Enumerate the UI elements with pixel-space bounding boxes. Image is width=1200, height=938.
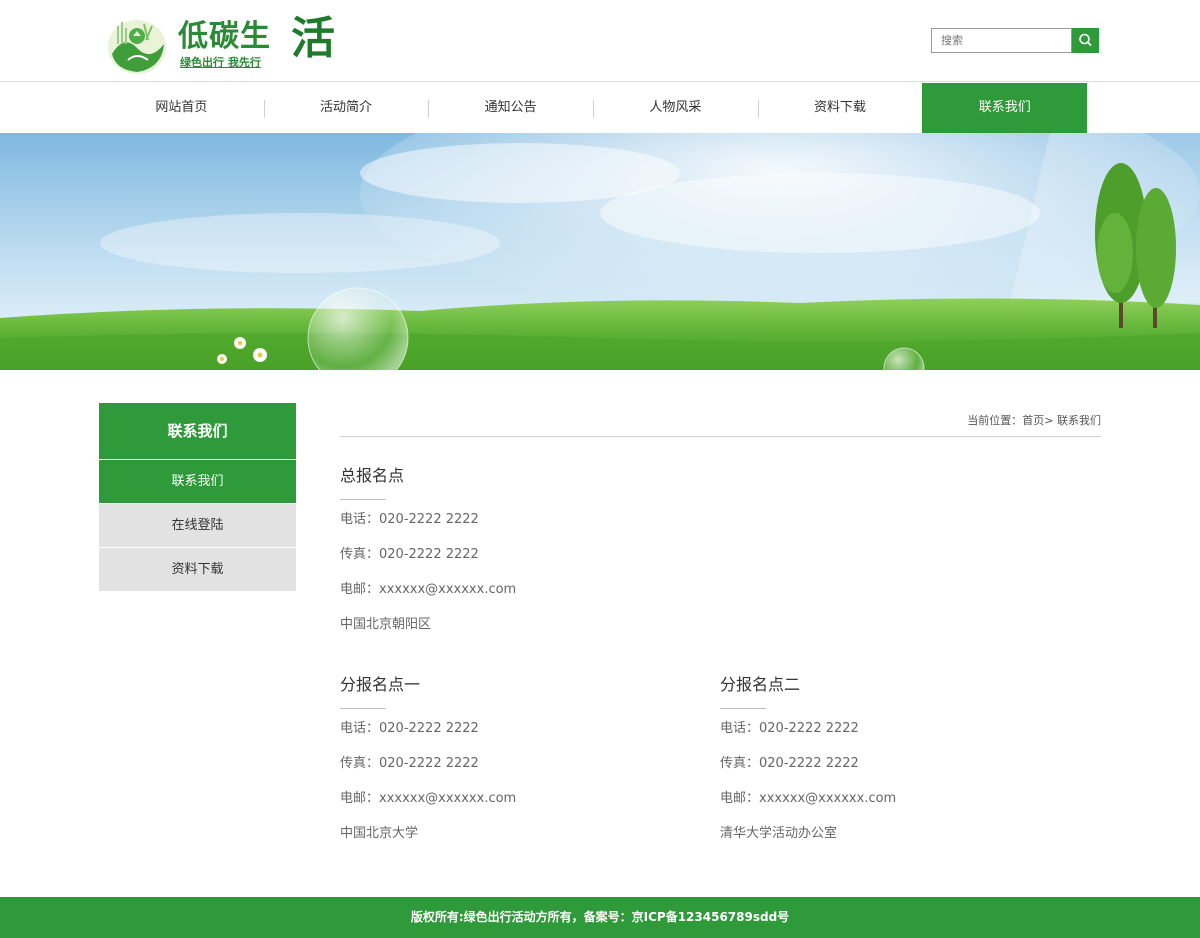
title-underline (340, 499, 386, 500)
sidebar-title: 联系我们 (99, 403, 296, 459)
nav-item-notices[interactable]: 通知公告 (428, 83, 593, 133)
contact-email: 电邮：xxxxxx@xxxxxx.com (340, 582, 517, 597)
search-input[interactable] (931, 28, 1072, 53)
banner-landscape-image (0, 133, 1200, 370)
site-header: 低碳生 活 绿色出行 我先行 (0, 0, 1200, 82)
breadcrumb-prefix: 当前位置： (967, 414, 1023, 427)
contact-phone: 电话：020-2222 2222 (340, 512, 479, 527)
breadcrumb-current-link[interactable]: 联系我们 (1057, 414, 1101, 427)
sidebar: 联系我们 联系我们 在线登陆 资料下载 (99, 403, 296, 591)
logo-title-big-char: 活 (291, 13, 336, 64)
sidebar-item-downloads[interactable]: 资料下载 (99, 547, 296, 591)
contact-block-title: 分报名点一 (340, 675, 421, 694)
contact-fax: 传真：020-2222 2222 (720, 756, 859, 771)
contact-block-title: 总报名点 (340, 466, 405, 485)
sidebar-item-login[interactable]: 在线登陆 (99, 503, 296, 547)
title-underline (340, 708, 386, 709)
contact-address: 中国北京大学 (340, 826, 419, 841)
sidebar-item-contact[interactable]: 联系我们 (99, 459, 296, 503)
contact-phone: 电话：020-2222 2222 (720, 721, 859, 736)
site-logo[interactable]: 低碳生 活 绿色出行 我先行 (106, 14, 335, 76)
logo-title: 低碳生 活 (178, 17, 335, 61)
contact-fax: 传真：020-2222 2222 (340, 756, 479, 771)
contact-block-branch-1: 分报名点一 电话：020-2222 2222 传真：020-2222 2222 … (340, 675, 700, 841)
nav-item-activity-intro[interactable]: 活动简介 (263, 83, 429, 133)
contact-address: 中国北京朝阳区 (340, 617, 432, 632)
logo-emblem-icon (108, 20, 166, 74)
nav-item-contact[interactable]: 联系我们 (922, 83, 1088, 133)
contact-block-branch-2: 分报名点二 电话：020-2222 2222 传真：020-2222 2222 … (720, 675, 1080, 841)
logo-title-text: 低碳生 (178, 19, 271, 54)
contact-address: 清华大学活动办公室 (720, 826, 838, 841)
breadcrumb: 当前位置：首页> 联系我们 (340, 412, 1101, 437)
breadcrumb-home-link[interactable]: 首页 (1022, 414, 1044, 427)
search-button[interactable] (1072, 28, 1099, 53)
contact-block-title: 分报名点二 (720, 675, 801, 694)
search-icon (1079, 33, 1092, 47)
contact-email: 电邮：xxxxxx@xxxxxx.com (720, 791, 897, 806)
breadcrumb-separator: > (1044, 414, 1054, 427)
contact-block-main: 总报名点 电话：020-2222 2222 传真：020-2222 2222 电… (340, 466, 700, 632)
contact-phone: 电话：020-2222 2222 (340, 721, 479, 736)
hero-banner (0, 133, 1200, 370)
site-footer: 版权所有:绿色出行活动方所有，备案号：京ICP备123456789sdd号 (0, 897, 1200, 938)
nav-item-home[interactable]: 网站首页 (99, 83, 264, 133)
logo-subtitle: 绿色出行 我先行 (180, 56, 261, 69)
title-underline (720, 708, 766, 709)
footer-copyright: 版权所有:绿色出行活动方所有，备案号：京ICP备123456789sdd号 (410, 910, 790, 924)
nav-item-people[interactable]: 人物风采 (593, 83, 758, 133)
contact-fax: 传真：020-2222 2222 (340, 547, 479, 562)
contact-email: 电邮：xxxxxx@xxxxxx.com (340, 791, 517, 806)
search-box (931, 28, 1099, 53)
nav-item-downloads[interactable]: 资料下载 (757, 83, 923, 133)
main-nav: 网站首页 活动简介 通知公告 人物风采 资料下载 联系我们 (99, 83, 1088, 133)
